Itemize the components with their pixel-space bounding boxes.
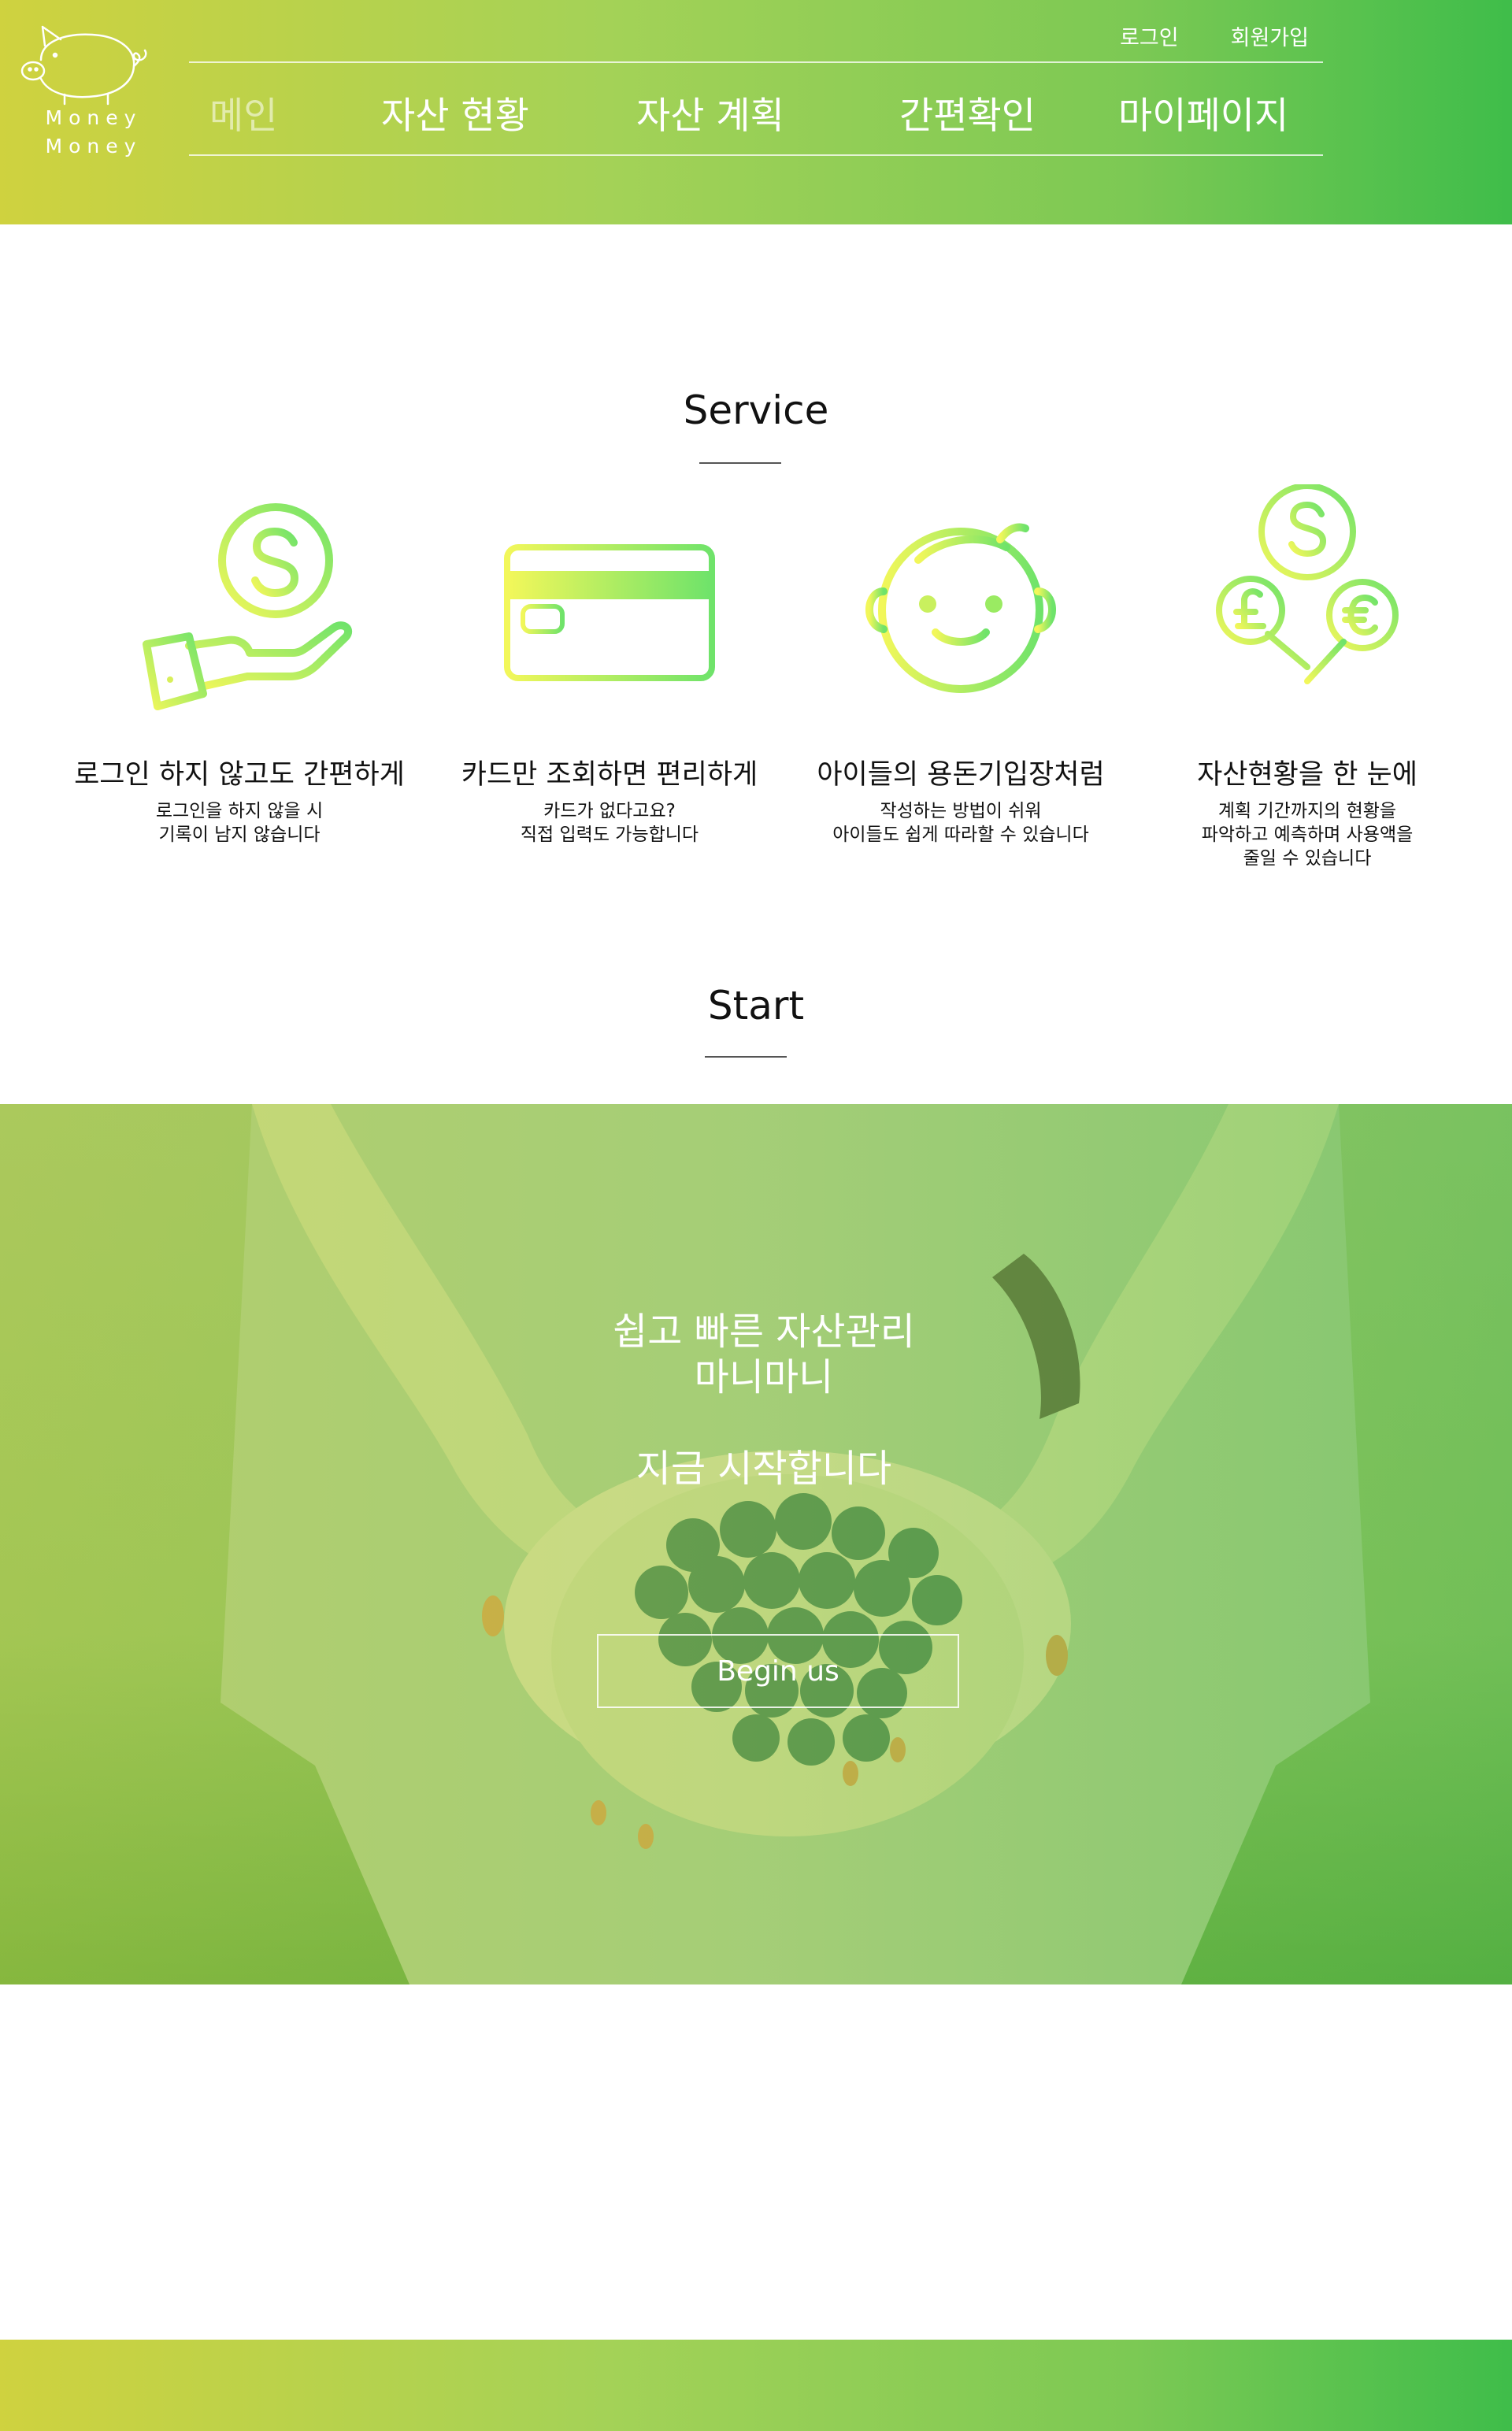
- hero-line-1: 쉽고 빠른 자산관리: [613, 1310, 915, 1354]
- start-title-rule: [705, 1056, 787, 1058]
- site-footer: [0, 2340, 1512, 2431]
- service-heading: 카드만 조회하면 편리하게: [461, 759, 758, 791]
- service-description: 작성하는 방법이 쉬워 아이들도 쉽게 따라할 수 있습니다: [832, 801, 1089, 845]
- nav-divider-bottom: [189, 154, 1323, 156]
- hand-dollar-icon: [143, 503, 353, 710]
- service-description: 로그인을 하지 않을 시 기록이 남지 않습니다: [155, 801, 324, 845]
- hero-line-2: 마니마니: [694, 1355, 834, 1399]
- begin-us-button[interactable]: Begin us: [597, 1634, 959, 1708]
- login-link[interactable]: 로그인: [1120, 20, 1179, 51]
- nav-item-quick-check[interactable]: 간편확인: [899, 85, 1036, 139]
- nav-item-mypage[interactable]: 마이페이지: [1118, 85, 1288, 139]
- start-title: Start: [707, 983, 805, 1028]
- logo[interactable]: Money Money: [17, 22, 151, 172]
- nav-item-asset-plan[interactable]: 자산 계획: [636, 85, 784, 139]
- start-hero: [0, 1104, 1512, 1984]
- logo-text-line2: Money: [45, 135, 143, 157]
- account-links: 로그인 회원가입: [1120, 20, 1309, 51]
- hero-color-overlay: [0, 1104, 1512, 1984]
- nav-divider-top: [189, 61, 1323, 63]
- logo-text-line1: Money: [45, 106, 143, 129]
- service-description: 계획 기간까지의 현황을 파악하고 예측하며 사용액을 줄일 수 있습니다: [1201, 801, 1414, 869]
- nav-item-asset-status[interactable]: 자산 현황: [381, 85, 529, 139]
- service-description: 카드가 없다고요? 직접 입력도 가능합니다: [520, 801, 699, 845]
- card-icon: [504, 544, 715, 681]
- service-heading: 아이들의 용돈기입장처럼: [817, 759, 1105, 791]
- signup-link[interactable]: 회원가입: [1231, 20, 1309, 51]
- nav-item-main[interactable]: 메인: [209, 85, 277, 139]
- service-heading: 로그인 하지 않고도 간편하게: [74, 759, 405, 791]
- service-title-rule: [699, 462, 781, 464]
- service-title: Service: [683, 387, 829, 433]
- hero-line-3: 지금 시작합니다: [636, 1447, 892, 1491]
- piggy-bank-icon: [20, 25, 147, 106]
- child-face-icon: [865, 523, 1056, 693]
- site-header: Money Money 로그인 회원가입 메인 자산 현황 자산 계획 간편확인…: [0, 0, 1512, 224]
- service-heading: 자산현황을 한 눈에: [1197, 759, 1418, 791]
- money-tree-icon: [1216, 484, 1399, 725]
